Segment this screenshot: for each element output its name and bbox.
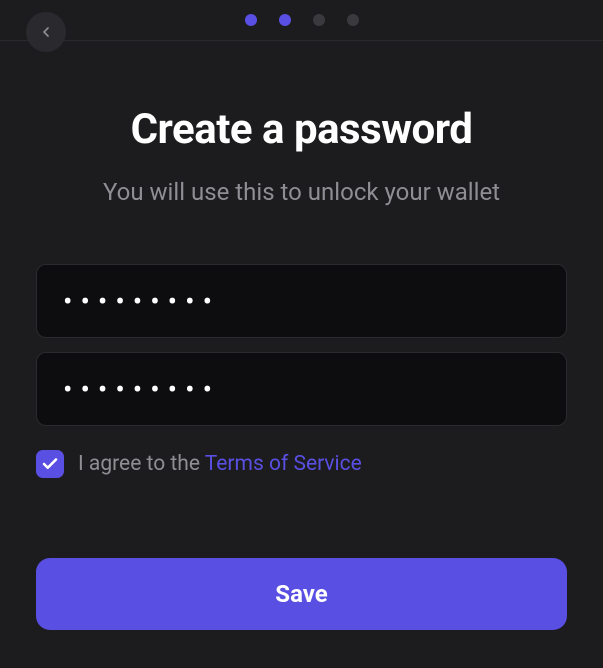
save-button[interactable]: Save <box>36 558 567 630</box>
step-dot-2 <box>279 14 291 26</box>
step-dot-3 <box>313 14 325 26</box>
terms-row: I agree to the Terms of Service <box>36 450 567 478</box>
page-title: Create a password <box>36 105 567 154</box>
check-icon <box>41 455 59 473</box>
step-dot-4 <box>347 14 359 26</box>
terms-prefix: I agree to the <box>78 452 205 476</box>
chevron-left-icon <box>38 24 54 40</box>
content: Create a password You will use this to u… <box>0 41 603 630</box>
step-indicator <box>245 14 359 26</box>
password-form: I agree to the Terms of Service Save <box>36 264 567 630</box>
confirm-password-input[interactable] <box>36 352 567 426</box>
page-subtitle: You will use this to unlock your wallet <box>36 178 567 206</box>
terms-text: I agree to the Terms of Service <box>78 452 362 476</box>
step-dot-1 <box>245 14 257 26</box>
back-button[interactable] <box>26 12 66 52</box>
header <box>0 0 603 41</box>
password-input[interactable] <box>36 264 567 338</box>
terms-checkbox[interactable] <box>36 450 64 478</box>
terms-link[interactable]: Terms of Service <box>205 452 362 476</box>
